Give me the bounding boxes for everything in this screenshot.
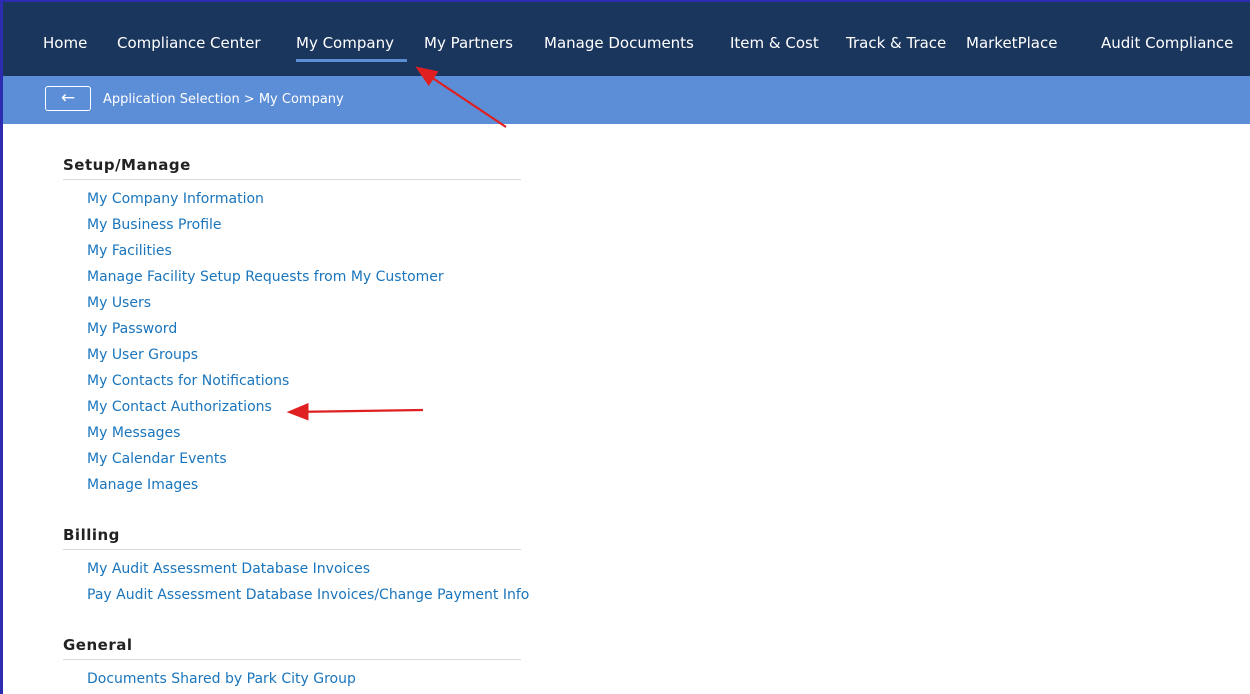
section-title-billing: Billing: [63, 526, 521, 550]
nav-item-and-cost[interactable]: Item & Cost: [730, 34, 819, 52]
nav-marketplace[interactable]: MarketPlace: [966, 34, 1057, 52]
section-general: General Documents Shared by Park City Gr…: [63, 636, 521, 694]
link-my-password[interactable]: My Password: [87, 319, 521, 345]
link-documents-shared-by-park-city-group[interactable]: Documents Shared by Park City Group: [87, 669, 521, 694]
link-my-facilities[interactable]: My Facilities: [87, 241, 521, 267]
breadcrumb-bar: ← Application Selection > My Company: [3, 76, 1250, 124]
link-manage-images[interactable]: Manage Images: [87, 475, 521, 501]
link-my-contacts-for-notifications[interactable]: My Contacts for Notifications: [87, 371, 521, 397]
nav-audit-compliance[interactable]: Audit Compliance: [1101, 34, 1233, 52]
link-list-setup-manage: My Company Information My Business Profi…: [63, 180, 521, 501]
link-my-audit-assessment-invoices[interactable]: My Audit Assessment Database Invoices: [87, 559, 521, 585]
link-list-billing: My Audit Assessment Database Invoices Pa…: [63, 550, 529, 611]
link-pay-audit-assessment-invoices[interactable]: Pay Audit Assessment Database Invoices/C…: [87, 585, 529, 611]
nav-home[interactable]: Home: [43, 34, 87, 52]
link-my-contact-authorizations[interactable]: My Contact Authorizations: [87, 397, 521, 423]
nav-compliance-center[interactable]: Compliance Center: [117, 34, 261, 52]
section-billing: Billing My Audit Assessment Database Inv…: [63, 526, 529, 611]
top-navigation: Home Compliance Center My Company My Par…: [3, 2, 1250, 76]
back-button[interactable]: ←: [45, 86, 91, 111]
section-title-general: General: [63, 636, 521, 660]
app-window: Home Compliance Center My Company My Par…: [0, 0, 1250, 694]
link-my-calendar-events[interactable]: My Calendar Events: [87, 449, 521, 475]
breadcrumb: Application Selection > My Company: [103, 92, 344, 107]
link-my-business-profile[interactable]: My Business Profile: [87, 215, 521, 241]
link-my-messages[interactable]: My Messages: [87, 423, 521, 449]
nav-manage-documents[interactable]: Manage Documents: [544, 34, 694, 52]
nav-my-company[interactable]: My Company: [296, 34, 394, 52]
link-my-company-information[interactable]: My Company Information: [87, 189, 521, 215]
nav-my-partners[interactable]: My Partners: [424, 34, 513, 52]
link-manage-facility-setup-requests[interactable]: Manage Facility Setup Requests from My C…: [87, 267, 521, 293]
link-my-user-groups[interactable]: My User Groups: [87, 345, 521, 371]
nav-track-and-trace[interactable]: Track & Trace: [846, 34, 946, 52]
link-my-users[interactable]: My Users: [87, 293, 521, 319]
section-title-setup-manage: Setup/Manage: [63, 156, 521, 180]
section-setup-manage: Setup/Manage My Company Information My B…: [63, 156, 521, 501]
link-list-general: Documents Shared by Park City Group: [63, 660, 521, 694]
active-tab-indicator: [296, 59, 407, 62]
back-arrow-icon: ←: [60, 88, 76, 108]
